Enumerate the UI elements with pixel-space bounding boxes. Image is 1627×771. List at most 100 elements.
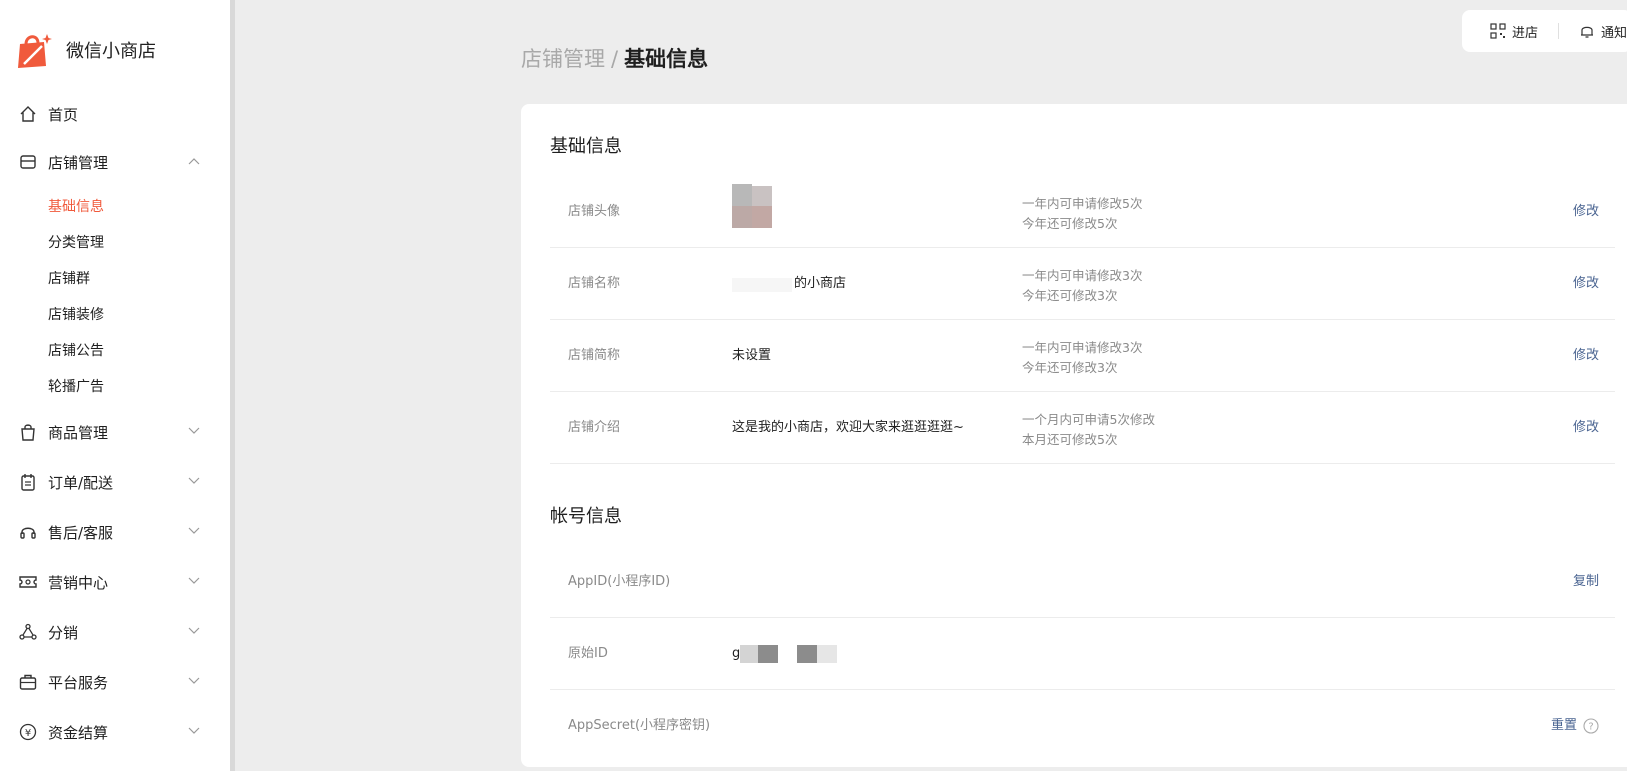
sidebar-subitem-basic-info[interactable]: 基础信息 [48,192,104,222]
chevron-down-icon [188,577,200,584]
question-circle-icon[interactable]: ? [1583,717,1599,734]
brand-name: 微信小商店 [66,41,156,62]
sidebar-item-platform-services[interactable]: 平台服务 [0,662,230,702]
reset-appsecret-link[interactable]: 重置 ? [1551,690,1599,762]
limit-note: 一年内可申请修改3次 [1022,340,1143,355]
chevron-down-icon [188,727,200,734]
sidebar-item-distribution[interactable]: 分销 [0,612,230,652]
clipboard-icon [21,474,35,491]
headset-icon [20,527,36,539]
row-label: 店铺头像 [568,204,621,219]
redacted-mask [758,645,778,663]
briefcase-icon [19,674,37,690]
sidebar-item-label: 首页 [48,105,79,124]
row-appid: AppID(小程序ID) 复制 [550,546,1615,618]
notification-label: 通知 [1601,25,1627,41]
reset-label: 重置 [1550,718,1577,733]
chevron-down-icon [188,677,200,684]
bell-icon [1581,26,1594,38]
home-icon [20,106,36,122]
shopping-bag-logo-icon [18,34,52,68]
yuan-icon: ¥ [19,723,37,741]
store-short-name-value: 未设置 [732,348,772,363]
redacted-mask [797,645,817,663]
row-store-name: 店铺名称 的小商店 一年内可申请修改3次 今年还可修改3次 修改 [550,248,1615,320]
row-label: AppSecret(小程序密钥) [568,718,711,733]
sidebar-item-marketing[interactable]: 营销中心 [0,562,230,602]
modify-short-name-link[interactable]: 修改 [1573,320,1599,392]
sidebar-subitem-store-group[interactable]: 店铺群 [48,264,90,294]
sidebar-subitem-announcement[interactable]: 店铺公告 [48,336,104,366]
sidebar-subitem-decoration[interactable]: 店铺装修 [48,300,104,330]
sidebar-item-home[interactable]: 首页 [0,94,230,134]
sidebar-item-label: 商品管理 [48,423,109,442]
sidebar-item-label: 店铺管理 [48,153,109,172]
sidebar-item-label: 资金结算 [48,723,109,742]
breadcrumb-separator: / [611,47,619,71]
svg-text:¥: ¥ [25,728,31,739]
content-card: 基础信息 店铺头像 一年内可申请修改5次 今年还可修改5次 修改 店铺名称 的小… [521,104,1627,767]
row-label: 原始ID [568,646,608,661]
sidebar-item-label: 平台服务 [48,673,109,692]
row-label: 店铺名称 [568,276,621,291]
top-actions: 进店 通知 [1462,10,1627,52]
remaining-note: 今年还可修改3次 [1022,288,1118,303]
limit-note: 一年内可申请修改3次 [1022,268,1143,283]
enter-store-label: 进店 [1512,25,1539,41]
row-original-id: 原始ID g [550,618,1615,690]
chevron-up-icon [188,158,200,165]
sidebar-subitem-carousel[interactable]: 轮播广告 [48,372,104,402]
share-icon [19,623,37,640]
account-info-section-title: 帐号信息 [550,506,622,527]
basic-info-section-title: 基础信息 [550,136,622,157]
page-title: 基础信息 [624,47,709,71]
sidebar-item-label: 售后/客服 [48,523,114,542]
qrcode-icon [1490,23,1506,39]
modify-avatar-link[interactable]: 修改 [1573,176,1599,248]
sidebar-item-label: 分销 [48,623,79,642]
chevron-down-icon [188,427,200,434]
remaining-note: 本月还可修改5次 [1022,432,1118,447]
redacted-mask [817,645,837,663]
enter-store-button[interactable]: 进店 [1490,22,1538,41]
row-store-intro: 店铺介绍 这是我的小商店，欢迎大家来逛逛逛逛~ 一个月内可申请5次修改 本月还可… [550,392,1615,464]
sidebar-item-store-management[interactable]: 店铺管理 [0,142,230,182]
bag-icon [21,424,35,441]
row-note: 一年内可申请修改5次 今年还可修改5次 [1022,194,1142,234]
sidebar-item-orders[interactable]: 订单/配送 [0,462,230,502]
svg-text:?: ? [1588,721,1593,732]
breadcrumb-parent[interactable]: 店铺管理 [521,47,605,71]
ticket-icon [19,576,37,588]
row-note: 一个月内可申请5次修改 本月还可修改5次 [1022,410,1155,450]
notification-button[interactable]: 通知 [1579,22,1627,41]
sidebar: 微信小商店 首页 店铺管理 基础信息 分类管理 店铺群 店铺装修 店铺公告 轮播… [0,0,235,771]
redacted-mask [740,645,758,663]
sidebar-item-funds[interactable]: ¥ 资金结算 [0,712,230,752]
divider [1558,23,1560,39]
row-label: 店铺介绍 [568,420,621,435]
chevron-down-icon [188,477,200,484]
sidebar-item-label: 营销中心 [48,573,109,592]
row-note: 一年内可申请修改3次 今年还可修改3次 [1022,338,1142,378]
copy-appid-link[interactable]: 复制 [1573,546,1599,618]
row-store-avatar: 店铺头像 一年内可申请修改5次 今年还可修改5次 修改 [550,176,1615,248]
limit-note: 一个月内可申请5次修改 [1022,412,1155,427]
sidebar-item-products[interactable]: 商品管理 [0,412,230,452]
redacted-mask [732,278,792,292]
breadcrumb: 店铺管理 / 基础信息 [521,43,708,73]
sidebar-item-label: 订单/配送 [48,473,114,492]
sidebar-subitem-category[interactable]: 分类管理 [48,228,104,258]
remaining-note: 今年还可修改3次 [1022,360,1118,375]
modify-name-link[interactable]: 修改 [1573,248,1599,320]
row-appsecret: AppSecret(小程序密钥) 重置 ? [550,690,1615,762]
sidebar-item-after-sales[interactable]: 售后/客服 [0,512,230,552]
row-store-short-name: 店铺简称 未设置 一年内可申请修改3次 今年还可修改3次 修改 [550,320,1615,392]
store-name-value: 的小商店 [794,276,847,291]
store-avatar [732,184,776,232]
chevron-down-icon [188,527,200,534]
row-note: 一年内可申请修改3次 今年还可修改3次 [1022,266,1142,306]
store-intro-value: 这是我的小商店，欢迎大家来逛逛逛逛~ [732,420,964,435]
brand[interactable]: 微信小商店 [16,30,156,70]
store-icon [20,155,36,169]
modify-intro-link[interactable]: 修改 [1573,392,1599,464]
